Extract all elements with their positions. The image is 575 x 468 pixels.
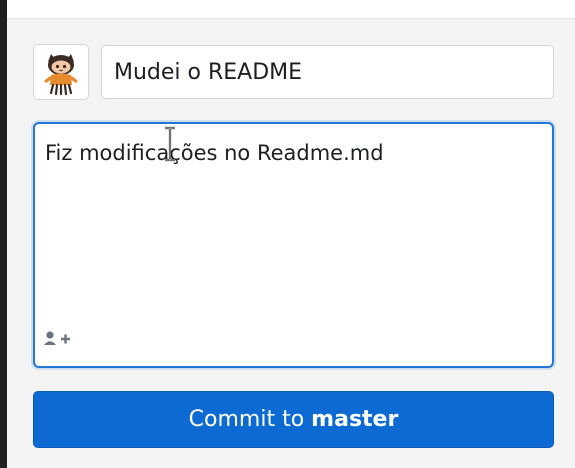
commit-summary-row	[33, 44, 554, 100]
commit-panel: Fiz modificações no Readme.md Commit to …	[0, 0, 575, 468]
add-coauthor-button[interactable]	[43, 328, 77, 350]
add-coauthor-icon	[44, 331, 70, 345]
text-cursor-icon	[165, 126, 175, 162]
commit-branch-name: master	[311, 407, 399, 432]
commit-button[interactable]: Commit to master	[33, 391, 554, 448]
panel-top-strip	[7, 0, 575, 19]
window-edge	[0, 0, 7, 468]
octocat-avatar-icon[interactable]	[33, 44, 89, 100]
commit-button-label: Commit to	[188, 407, 305, 432]
commit-description-input[interactable]: Fiz modificações no Readme.md	[45, 138, 540, 318]
commit-description-box[interactable]: Fiz modificações no Readme.md	[33, 122, 554, 368]
commit-summary-input[interactable]	[101, 45, 554, 99]
